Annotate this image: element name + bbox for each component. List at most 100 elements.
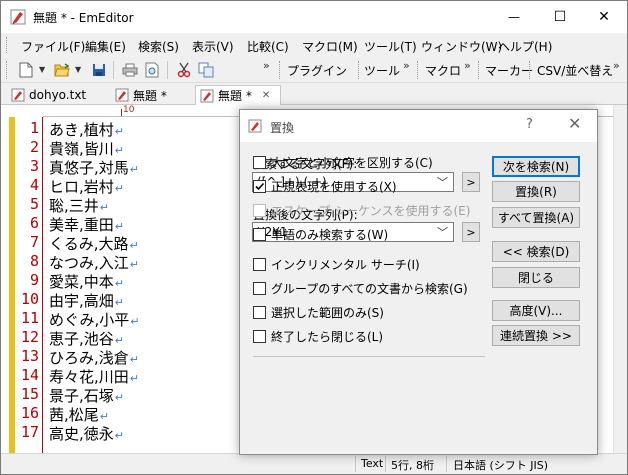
dialog-close-icon[interactable]: ✕ bbox=[568, 114, 581, 133]
line-text[interactable]: くるみ,大路↵ bbox=[49, 233, 139, 254]
line-break-icon: ↵ bbox=[129, 258, 139, 271]
line-break-icon: ↵ bbox=[129, 239, 139, 252]
line-text[interactable]: 由宇,高畑↵ bbox=[49, 290, 124, 311]
copy-button[interactable] bbox=[197, 61, 215, 79]
line-text[interactable]: 貴嶺,皆川↵ bbox=[49, 138, 124, 159]
open-file-button[interactable] bbox=[53, 61, 71, 79]
toolbar-overflow-chevron[interactable]: » bbox=[263, 59, 270, 72]
menu-compare[interactable]: 比較(C) bbox=[247, 38, 289, 55]
toolbar-separator bbox=[167, 61, 168, 79]
line-number: 5 bbox=[29, 195, 39, 213]
line-number: 1 bbox=[29, 119, 39, 137]
option-checkbox[interactable]: 正規表現を使用する(X) bbox=[253, 178, 397, 195]
tab-untitled-2[interactable]: 無題 * ✕ bbox=[195, 85, 281, 105]
line-text[interactable]: ひろみ,浅倉↵ bbox=[49, 347, 139, 368]
close-dialog-button[interactable]: 閉じる bbox=[492, 267, 580, 288]
line-text[interactable]: 真悠子,対馬↵ bbox=[49, 157, 139, 178]
replace-all-button[interactable]: すべて置換(A) bbox=[492, 207, 580, 228]
replace-regex-menu-button[interactable]: > bbox=[462, 222, 480, 242]
toolbar-markers[interactable]: マーカー bbox=[485, 62, 533, 79]
chevron-down-icon[interactable]: ﹀ bbox=[437, 174, 448, 190]
line-text[interactable]: 美幸,重田↵ bbox=[49, 214, 124, 235]
option-checkbox[interactable]: グループのすべての文書から検索(G) bbox=[253, 280, 468, 297]
save-button[interactable] bbox=[90, 61, 108, 79]
tab-dohyo[interactable]: dohyo.txt bbox=[7, 85, 117, 105]
toolbar-macros[interactable]: マクロ bbox=[425, 62, 461, 79]
toolbar-csv-chevron[interactable]: » bbox=[613, 59, 620, 72]
tab-close-icon[interactable]: ✕ bbox=[262, 90, 270, 101]
option-checkbox[interactable]: 単語のみ検索する(W) bbox=[253, 226, 388, 243]
line-number: 15 bbox=[20, 385, 39, 403]
option-checkbox[interactable]: 選択した範囲のみ(S) bbox=[253, 304, 384, 321]
menu-edit[interactable]: 編集(E) bbox=[85, 38, 126, 55]
line-text[interactable]: ヒロ,岩村↵ bbox=[49, 176, 124, 197]
line-number: 4 bbox=[29, 176, 39, 194]
line-number: 14 bbox=[20, 366, 39, 384]
batch-replace-label: 連続置換 >> bbox=[500, 329, 572, 343]
option-checkbox[interactable]: 終了したら閉じる(L) bbox=[253, 328, 383, 345]
option-checkbox[interactable]: インクリメンタル サーチ(I) bbox=[253, 256, 420, 273]
close-button[interactable]: ✕ bbox=[581, 1, 627, 33]
line-text[interactable]: あき,植村↵ bbox=[49, 119, 124, 140]
menu-help[interactable]: ヘルプ(H) bbox=[498, 38, 552, 55]
cut-button[interactable] bbox=[175, 61, 193, 79]
menu-window[interactable]: ウィンドウ(W) bbox=[421, 38, 502, 55]
find-previous-button[interactable]: << 検索(D) bbox=[492, 241, 580, 262]
option-checkbox: エスケープ シーケンスを使用する(E) bbox=[253, 202, 470, 219]
tab-untitled-1[interactable]: 無題 * bbox=[111, 85, 191, 105]
line-break-icon: ↵ bbox=[129, 163, 139, 176]
toolbar-tools-chevron[interactable]: » bbox=[403, 59, 410, 72]
menu-search[interactable]: 検索(S) bbox=[138, 38, 179, 55]
option-label: エスケープ シーケンスを使用する(E) bbox=[271, 204, 471, 218]
print-preview-button[interactable] bbox=[143, 61, 161, 79]
line-text[interactable]: 聡,三井↵ bbox=[49, 195, 109, 216]
new-dropdown-arrow[interactable]: ▼ bbox=[39, 65, 45, 74]
checkbox-icon bbox=[253, 282, 266, 295]
toolbar-macros-chevron[interactable]: » bbox=[464, 59, 471, 72]
checkbox-icon bbox=[253, 156, 266, 169]
maximize-icon: ☐ bbox=[553, 9, 567, 25]
line-text[interactable]: 高史,徳永↵ bbox=[49, 423, 124, 444]
line-break-icon: ↵ bbox=[114, 334, 124, 347]
find-next-button[interactable]: 次を検索(N) bbox=[492, 156, 580, 177]
line-text[interactable]: 寿々花,川田↵ bbox=[49, 366, 139, 387]
vertical-scrollbar[interactable] bbox=[613, 105, 627, 453]
status-divider bbox=[446, 456, 447, 472]
chevron-down-icon[interactable]: ﹀ bbox=[437, 224, 448, 240]
menu-tools[interactable]: ツール(T) bbox=[364, 38, 417, 55]
option-label: グループのすべての文書から検索(G) bbox=[271, 282, 468, 296]
advanced-button[interactable]: 高度(V)... bbox=[492, 300, 580, 321]
toolbar-grip bbox=[529, 61, 532, 79]
open-dropdown-arrow[interactable]: ▼ bbox=[75, 65, 81, 74]
toolbar-csv-sort[interactable]: CSV/並べ替え bbox=[537, 62, 613, 79]
help-icon[interactable]: ? bbox=[526, 117, 533, 132]
status-encoding[interactable]: 日本語 (シフト JIS) bbox=[453, 457, 548, 473]
line-number: 11 bbox=[20, 309, 39, 327]
menu-file[interactable]: ファイル(F) bbox=[21, 38, 85, 55]
menu-macro[interactable]: マクロ(M) bbox=[302, 38, 358, 55]
line-text[interactable]: 恵子,池谷↵ bbox=[49, 328, 124, 349]
line-text[interactable]: めぐみ,小平↵ bbox=[49, 309, 139, 330]
minimize-button[interactable]: — bbox=[491, 1, 537, 33]
line-text[interactable]: なつみ,入江↵ bbox=[49, 252, 139, 273]
new-file-button[interactable] bbox=[17, 61, 35, 79]
menu-view[interactable]: 表示(V) bbox=[192, 38, 234, 55]
save-icon bbox=[93, 64, 105, 76]
toolbar-tools[interactable]: ツール bbox=[364, 62, 400, 79]
line-text[interactable]: 茜,松尾↵ bbox=[49, 404, 109, 425]
line-content: 愛菜,中本 bbox=[49, 273, 114, 291]
find-regex-menu-button[interactable]: > bbox=[462, 172, 480, 192]
status-mode: Text bbox=[361, 457, 384, 470]
batch-replace-button[interactable]: 連続置換 >> bbox=[492, 325, 580, 346]
line-content: 聡,三井 bbox=[49, 197, 99, 215]
line-break-icon: ↵ bbox=[114, 182, 124, 195]
print-button[interactable] bbox=[121, 61, 139, 79]
emeditor-app-icon bbox=[10, 9, 26, 25]
maximize-button[interactable]: ☐ bbox=[537, 1, 583, 33]
option-checkbox[interactable]: 大文字と小文字を区別する(C) bbox=[253, 154, 433, 171]
replace-button[interactable]: 置換(R) bbox=[492, 181, 580, 202]
toolbar: ▼ ▼ » プラグイン ツール » マクロ » マーカー CSV/並べ替え » bbox=[1, 57, 627, 83]
line-text[interactable]: 愛菜,中本↵ bbox=[49, 271, 124, 292]
line-text[interactable]: 景子,石塚↵ bbox=[49, 385, 124, 406]
toolbar-plugins[interactable]: プラグイン bbox=[287, 62, 347, 79]
